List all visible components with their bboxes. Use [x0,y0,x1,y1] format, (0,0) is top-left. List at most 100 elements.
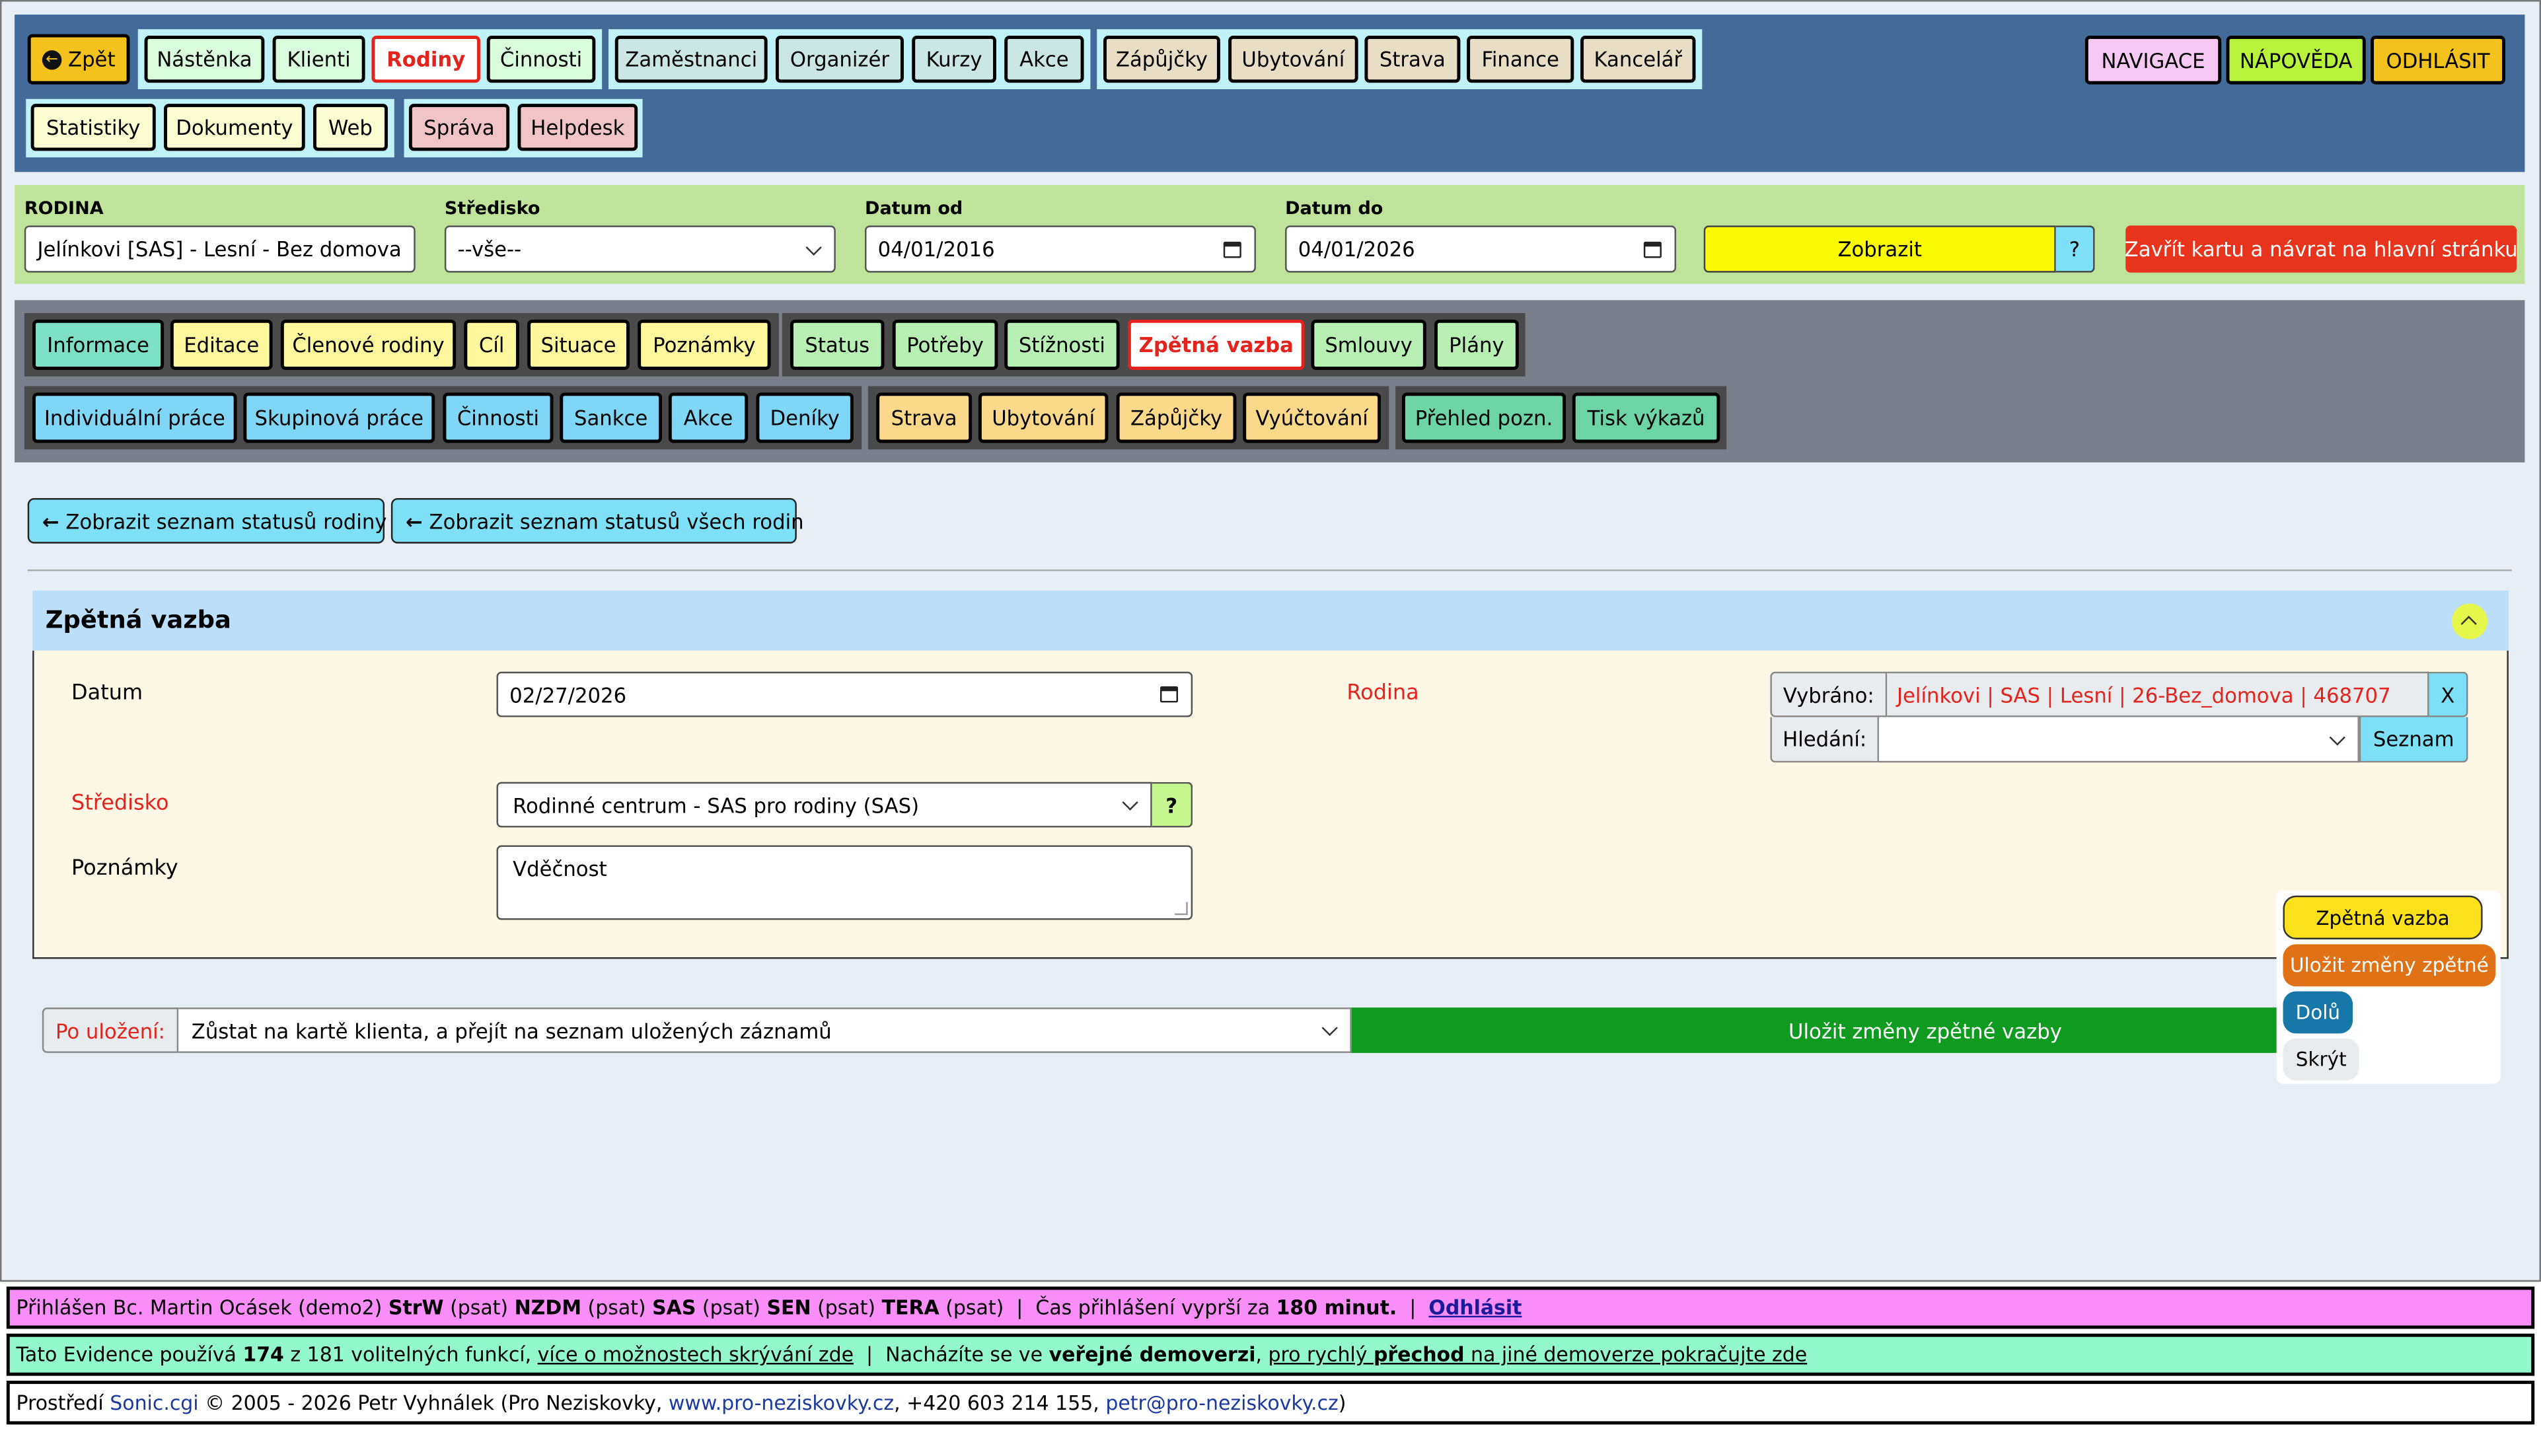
poznamky-textarea[interactable]: Vděčnost [496,845,1193,920]
nav-statistiky[interactable]: Statistiky [30,104,156,151]
datum-do-label: Datum do [1285,198,1383,219]
tab-sankce[interactable]: Sankce [560,392,663,443]
stredisko-help-button[interactable]: ? [1152,782,1193,828]
calendar-icon[interactable] [1643,240,1662,258]
hledani-label-box: Hledání: [1770,717,1879,763]
nav-klienti[interactable]: Klienti [272,36,365,83]
nav-helpdesk[interactable]: Helpdesk [517,104,638,151]
tab-vyuctovani[interactable]: Vyúčtování [1243,392,1381,443]
status-rodiny-link[interactable]: ← Zobrazit seznam statusů rodiny [27,497,387,544]
tab-strava[interactable]: Strava [876,392,973,443]
tab-cinnosti[interactable]: Činnosti [443,392,554,443]
tab-smlouvy[interactable]: Smlouvy [1311,319,1426,370]
tab-poznamky[interactable]: Poznámky [638,319,771,370]
status-vsech-link[interactable]: ← Zobrazit seznam statusů všech rodin [390,497,804,544]
collapse-button[interactable] [2451,603,2487,639]
footer-separator: | [1409,1296,1417,1319]
vybrano-clear-label: X [2441,682,2455,707]
panel-title: Zpětná vazba [45,605,231,635]
datum-do-input[interactable]: 04/01/2026 [1285,225,1676,273]
odhlasit-button[interactable]: ODHLÁSIT [2371,36,2505,85]
tab-akce[interactable]: Akce [668,392,749,443]
tab-cinnosti-label: Činnosti [457,405,540,430]
floating-dolu-button[interactable]: Dolů [2283,991,2353,1034]
close-card-button[interactable]: Zavřít kartu a návrat na hlavní stránku [2125,225,2518,273]
footer-web-link[interactable]: www.pro-neziskovky.cz [669,1391,894,1414]
datum-od-label: Datum od [865,198,963,219]
tab-deniky[interactable]: Deníky [756,392,854,443]
tab-zapujcky[interactable]: Zápůjčky [1116,392,1237,443]
footer-logout-link[interactable]: Odhlásit [1428,1296,1522,1319]
tab-potreby[interactable]: Potřeby [892,319,998,370]
tab-zpetna-vazba-label: Zpětná vazba [1138,332,1294,357]
nav-zapujcky[interactable]: Zápůjčky [1103,36,1220,83]
tab-status[interactable]: Status [790,319,885,370]
footer-demo-link[interactable]: pro rychlý přechod na jiné demoverze pok… [1269,1344,1808,1366]
nav-ubytovani[interactable]: Ubytování [1228,36,1358,83]
nav-sprava[interactable]: Správa [408,104,510,151]
stredisko-select[interactable]: Rodinné centrum - SAS pro rodiny (SAS) [496,782,1152,828]
tab-prehled-pozn[interactable]: Přehled pozn. [1401,392,1566,443]
hledani-select[interactable] [1878,717,2359,763]
calendar-icon[interactable] [1160,686,1179,703]
floating-save-button[interactable]: Uložit změny zpětné [2283,944,2496,987]
zobrazit-button[interactable]: Zobrazit [1703,225,2056,273]
nav-kurzy-label: Kurzy [926,47,982,72]
calendar-icon[interactable] [1223,240,1241,258]
footer-mail-link[interactable]: petr@pro-neziskovky.cz [1105,1391,1338,1414]
floating-zpetna-vazba-button[interactable]: Zpětná vazba [2283,895,2483,939]
vybrano-value-box: Jelínkovi | SAS | Lesní | 26-Bez_domova … [1887,671,2429,717]
tab-ubytovani[interactable]: Ubytování [978,392,1109,443]
footer-copy-text: ) [1338,1391,1346,1414]
stredisko-filter-select[interactable]: --vše-- [444,225,836,273]
nav-akce-label: Akce [1019,47,1069,72]
tab-cil[interactable]: Cíl [464,319,519,370]
vybrano-clear-button[interactable]: X [2429,671,2468,717]
chevron-down-icon [2329,729,2345,745]
po-ulozeni-select[interactable]: Zůstat na kartě klienta, a přejít na sez… [178,1007,1352,1053]
tab-editace[interactable]: Editace [170,319,273,370]
tab-stiznosti[interactable]: Stížnosti [1004,319,1120,370]
nav-zamestnanci[interactable]: Zaměstnanci [614,36,768,83]
vybrano-label: Vybráno: [1783,682,1874,707]
navigace-button[interactable]: NAVIGACE [2084,36,2222,85]
filter-help-button[interactable]: ? [2055,225,2095,273]
back-button[interactable]: ← Zpět [27,34,130,85]
poznamky-value: Vděčnost [513,856,607,881]
tab-individualni-prace[interactable]: Individuální práce [32,392,237,443]
nav-cinnosti[interactable]: Činnosti [486,36,596,83]
nav-dokumenty-label: Dokumenty [176,115,293,140]
tab-status-label: Status [805,332,870,357]
tab-plany[interactable]: Plány [1434,319,1519,370]
seznam-button[interactable]: Seznam [2359,717,2468,763]
nav-kurzy[interactable]: Kurzy [912,36,996,83]
nav-organizer[interactable]: Organizér [775,36,904,83]
nav-nastenka[interactable]: Nástěnka [144,36,265,83]
datum-od-input[interactable]: 04/01/2016 [865,225,1256,273]
footer-hiding-link[interactable]: více o možnostech skrývání zde [538,1344,854,1366]
nav-strava[interactable]: Strava [1364,36,1461,83]
nav-finance[interactable]: Finance [1467,36,1574,83]
tab-clenove-rodiny[interactable]: Členové rodiny [280,319,457,370]
tab-skupinova-prace[interactable]: Skupinová práce [243,392,435,443]
footer-role-perm: (psat) [587,1296,646,1319]
filter-help-label: ? [2069,237,2081,262]
resize-handle-icon[interactable] [1175,902,1188,916]
floating-zpetna-vazba-label: Zpětná vazba [2316,906,2450,929]
tab-zpetna-vazba[interactable]: Zpětná vazba [1127,319,1305,370]
nav-kancelar[interactable]: Kancelář [1580,36,1696,83]
nav-akce[interactable]: Akce [1004,36,1084,83]
tab-informace[interactable]: Informace [32,319,165,370]
nav-web[interactable]: Web [313,104,388,151]
tab-prehled-pozn-label: Přehled pozn. [1415,405,1553,430]
rodina-filter-input[interactable]: Jelínkovi [SAS] - Lesní - Bez domova [24,225,416,273]
footer-sonic-link[interactable]: Sonic.cgi [110,1391,198,1414]
tab-situace[interactable]: Situace [527,319,630,370]
nav-rodiny[interactable]: Rodiny [371,36,480,83]
save-label: Uložit změny zpětné vazby [1788,1018,2062,1042]
datum-input[interactable]: 02/27/2026 [496,671,1193,717]
floating-skryt-button[interactable]: Skrýt [2283,1038,2359,1081]
tab-tisk-vykazu[interactable]: Tisk výkazů [1572,392,1720,443]
nav-dokumenty[interactable]: Dokumenty [164,104,305,151]
napoveda-button[interactable]: NÁPOVĚDA [2226,36,2366,85]
